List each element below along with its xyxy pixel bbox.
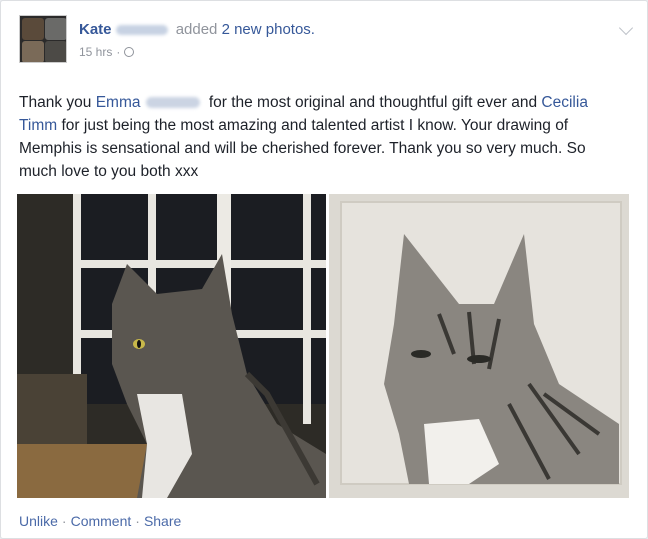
action-separator: ·: [61, 513, 67, 529]
text-part: Thank you: [19, 94, 92, 111]
globe-icon[interactable]: [124, 47, 135, 57]
redacted-surname-2: [145, 97, 200, 109]
redacted-surname: [115, 25, 168, 36]
post-header: Kate added 2 new photos. 15 hrs ·: [19, 15, 619, 77]
action-separator: ·: [135, 513, 140, 529]
post-text: Thank you Emma for the most original and…: [19, 91, 627, 183]
timestamp[interactable]: 15 hrs: [79, 45, 112, 59]
avatar-tile: [22, 41, 44, 62]
cat-photo-image: [17, 194, 326, 498]
comment-link[interactable]: Comment: [71, 513, 132, 529]
text-part: for the most original and thoughtful gif…: [208, 94, 538, 111]
action-text: added: [175, 21, 218, 38]
post-card: Kate added 2 new photos. 15 hrs · Thank …: [0, 0, 648, 539]
header-text: Kate added 2 new photos. 15 hrs ·: [79, 21, 315, 59]
share-link[interactable]: Share: [144, 513, 181, 529]
cat-drawing[interactable]: [329, 194, 629, 498]
post-actions: Unlike · Comment · Share: [19, 513, 181, 529]
photos-link[interactable]: 2 new photos.: [222, 21, 315, 38]
avatar[interactable]: [19, 15, 67, 63]
avatar-tile: [45, 18, 66, 40]
meta-line: 15 hrs ·: [79, 45, 315, 59]
meta-separator: ·: [116, 45, 121, 59]
unlike-link[interactable]: Unlike: [19, 513, 58, 529]
chevron-down-icon[interactable]: [618, 20, 634, 36]
avatar-tile: [45, 41, 66, 62]
photo-grid: [17, 194, 629, 498]
cat-photo[interactable]: [17, 194, 326, 498]
header-line: Kate added 2 new photos.: [79, 21, 315, 38]
text-part: for just being the most amazing and tale…: [19, 117, 586, 180]
author-name[interactable]: Kate: [79, 21, 112, 38]
avatar-tile: [22, 18, 44, 40]
cat-drawing-image: [329, 194, 629, 498]
tag-emma[interactable]: Emma: [96, 94, 141, 111]
